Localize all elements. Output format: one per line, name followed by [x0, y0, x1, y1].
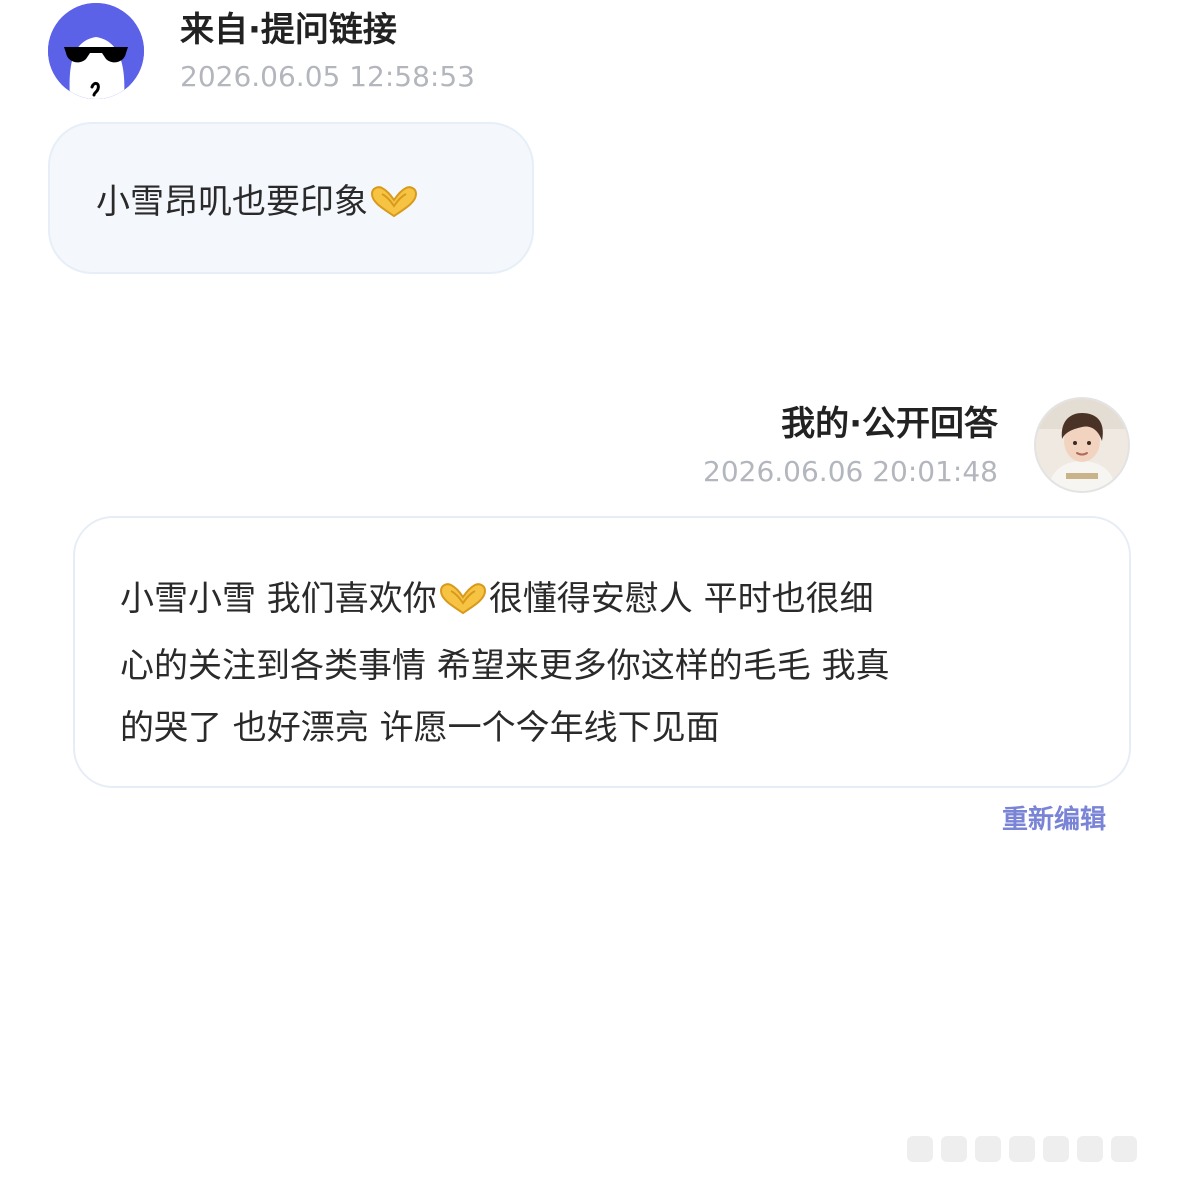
answer-text: 小雪小雪 我们喜欢你 很懂得安慰人 平时也很细 心的关注到各类事情 希望来更多你这…	[120, 568, 1080, 759]
anonymous-avatar	[48, 3, 144, 99]
person-photo-icon	[1036, 399, 1128, 491]
answer-line-3: 的哭了 也好漂亮 许愿一个今年线下见面	[120, 708, 720, 748]
question-text: 小雪昂叽也要印象	[96, 182, 368, 222]
answer-timestamp: 2026.06.06 20:01:48	[703, 455, 998, 488]
re-edit-button[interactable]: 重新编辑	[1002, 802, 1106, 838]
watermark	[905, 1128, 1165, 1170]
answer-line-1-part-1: 小雪小雪 我们喜欢你	[120, 579, 437, 619]
heart-hands-emoji-icon	[368, 183, 420, 231]
user-avatar	[1034, 397, 1130, 493]
question-timestamp: 2026.06.05 12:58:53	[180, 60, 475, 93]
answer-line-2: 心的关注到各类事情 希望来更多你这样的毛毛 我真	[120, 646, 890, 686]
answer-owner-label: 我的·公开回答	[781, 404, 998, 444]
heart-hands-emoji-icon	[437, 573, 489, 635]
sunglasses-face-icon	[48, 3, 144, 99]
answer-line-1-part-2: 很懂得安慰人 平时也很细	[488, 579, 874, 619]
question-source-label: 来自·提问链接	[180, 10, 397, 50]
question-text-row: 小雪昂叽也要印象	[96, 178, 420, 231]
answer-line-1: 小雪小雪 我们喜欢你 很懂得安慰人 平时也很细	[120, 568, 1080, 635]
